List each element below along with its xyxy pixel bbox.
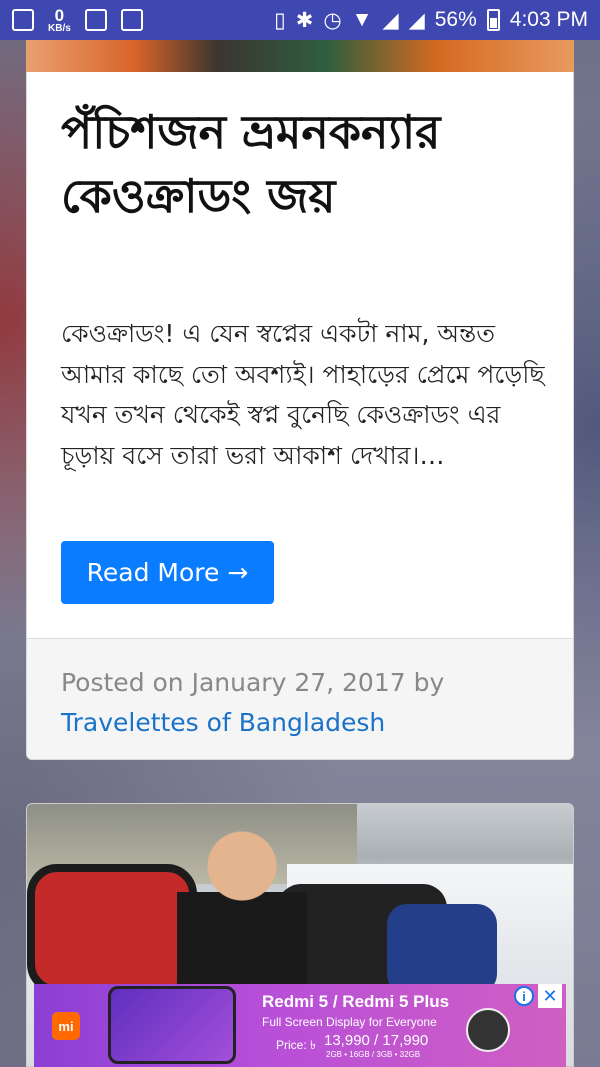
post-title[interactable]: পঁচিশজন ভ্রমনকন্যার কেওক্রাডং জয় bbox=[61, 100, 541, 228]
post-excerpt: কেওক্রাডং! এ যেন স্বপ্নের একটা নাম, অন্ত… bbox=[61, 319, 545, 470]
posted-on-text: Posted on January 27, 2017 by bbox=[61, 668, 445, 697]
battery-percent: 56% bbox=[434, 8, 477, 31]
post-meta: Posted on January 27, 2017 by Travelette… bbox=[27, 638, 573, 759]
net-speed-unit: KB/s bbox=[48, 22, 71, 34]
post-card: পঁচিশজন ভ্রমনকন্যার কেওক্রাডং জয় কেওক্র… bbox=[26, 72, 574, 760]
ad-specs: 2GB • 16GB / 3GB • 32GB bbox=[326, 1050, 421, 1059]
alarm-icon: ◷ bbox=[323, 8, 342, 32]
post-header-image[interactable] bbox=[26, 40, 574, 72]
mi-logo-icon: mi bbox=[52, 1012, 80, 1040]
ad-price: 13,990 / 17,990 bbox=[324, 1032, 429, 1049]
ad-badge-icon bbox=[466, 1008, 510, 1052]
ad-headline: Redmi 5 / Redmi 5 Plus bbox=[262, 992, 450, 1011]
net-speed: 0 KB/s bbox=[48, 7, 71, 34]
wifi-icon: ▼ bbox=[351, 8, 373, 31]
phone-icon: ▯ bbox=[274, 8, 286, 32]
blue-bag bbox=[387, 904, 497, 994]
red-backpack bbox=[27, 864, 197, 994]
ad-subline: Full Screen Display for Everyone bbox=[262, 1015, 437, 1029]
battery-icon bbox=[486, 9, 500, 31]
notification-icon bbox=[12, 9, 34, 31]
clock: 4:03 PM bbox=[509, 8, 588, 31]
signal-icon-1: ◢ bbox=[382, 8, 399, 32]
bluetooth-icon: ✱ bbox=[295, 8, 314, 32]
gallery-icon bbox=[84, 9, 107, 31]
status-bar: 0 KB/s ▯ ✱ ◷ ▼ ◢ ◢ 56% 4:03 PM bbox=[0, 0, 600, 40]
net-speed-value: 0 bbox=[54, 5, 65, 25]
ad-close-icon[interactable]: ✕ bbox=[538, 984, 562, 1008]
read-more-button[interactable]: Read More → bbox=[61, 541, 274, 604]
ad-banner[interactable]: mi Redmi 5 / Redmi 5 Plus Full Screen Di… bbox=[34, 984, 566, 1067]
ad-info-icon[interactable]: i bbox=[514, 986, 534, 1006]
ad-price-label: Price: ৳ bbox=[276, 1038, 316, 1052]
phone-image bbox=[108, 986, 236, 1064]
activity-icon bbox=[120, 9, 143, 31]
signal-icon-2: ◢ bbox=[408, 8, 425, 32]
author-link[interactable]: Travelettes of Bangladesh bbox=[61, 708, 385, 737]
